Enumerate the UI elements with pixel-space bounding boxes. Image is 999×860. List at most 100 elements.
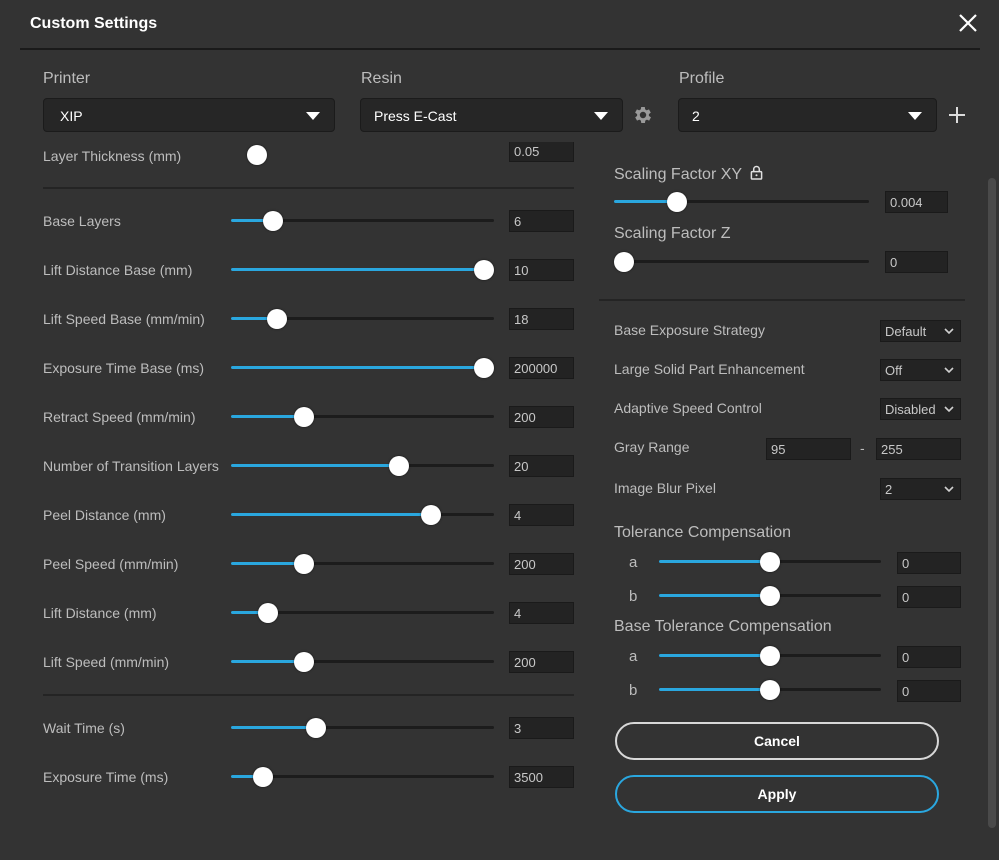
printer-select[interactable]: XIP <box>43 98 335 132</box>
slider-thumb[interactable] <box>257 603 278 623</box>
setting-row: Peel Speed (mm/min) 200 <box>20 549 600 579</box>
setting-label: Peel Speed (mm/min) <box>43 556 179 572</box>
slider-thumb[interactable] <box>474 260 494 280</box>
tolerance-b-slider[interactable] <box>659 581 881 611</box>
cancel-button[interactable]: Cancel <box>615 722 939 760</box>
slider-thumb[interactable] <box>666 192 687 212</box>
setting-label: Exposure Time Base (ms) <box>43 360 205 376</box>
chevron-down-icon <box>306 112 320 120</box>
slider-thumb[interactable] <box>474 358 494 378</box>
base-tolerance-b-input[interactable]: 0 <box>897 680 961 702</box>
resin-label: Resin <box>361 70 402 87</box>
setting-row: Base Layers 6 <box>20 206 600 236</box>
setting-input[interactable]: 4 <box>509 602 574 624</box>
slider-thumb[interactable] <box>294 407 315 427</box>
setting-input[interactable]: 20 <box>509 455 574 477</box>
setting-input[interactable]: 3500 <box>509 766 574 788</box>
setting-label: Peel Distance (mm) <box>43 507 166 523</box>
setting-slider[interactable] <box>231 500 494 530</box>
layer-thickness-label: Layer Thickness (mm) <box>43 148 182 164</box>
scaling-z-slider[interactable] <box>614 247 869 277</box>
title-divider <box>20 48 980 50</box>
setting-slider[interactable] <box>231 762 494 792</box>
gear-icon[interactable] <box>632 104 654 126</box>
slider-thumb[interactable] <box>760 646 780 666</box>
setting-label: Exposure Time (ms) <box>43 769 169 785</box>
slider-track[interactable] <box>614 260 869 263</box>
large-solid-select[interactable]: Off <box>880 359 961 381</box>
tolerance-b-input[interactable]: 0 <box>897 586 961 608</box>
setting-input[interactable]: 200 <box>509 406 574 428</box>
setting-input[interactable]: 3 <box>509 717 574 739</box>
slider-thumb[interactable] <box>760 586 780 606</box>
setting-slider[interactable] <box>231 647 494 677</box>
slider-fill <box>231 726 317 729</box>
tolerance-a-input[interactable]: 0 <box>897 552 961 574</box>
slider-thumb[interactable] <box>294 652 315 672</box>
slider-thumb[interactable] <box>420 505 441 525</box>
layer-thickness-input[interactable]: 0.05 <box>509 142 574 162</box>
slider-thumb[interactable] <box>614 252 634 272</box>
scaling-xy-label: Scaling Factor XY <box>614 165 763 184</box>
lock-icon[interactable] <box>750 165 763 180</box>
setting-row: Exposure Time (ms) 3500 <box>20 762 600 792</box>
setting-slider[interactable] <box>231 451 494 481</box>
section-divider <box>43 694 574 696</box>
scrollbar[interactable] <box>988 178 996 828</box>
setting-slider[interactable] <box>231 206 494 236</box>
chevron-down-icon <box>908 112 922 120</box>
profile-select[interactable]: 2 <box>678 98 937 132</box>
setting-slider[interactable] <box>231 402 494 432</box>
base-tolerance-a-label: a <box>629 648 638 665</box>
slider-thumb[interactable] <box>262 211 283 231</box>
setting-label: Lift Speed (mm/min) <box>43 654 170 670</box>
apply-button[interactable]: Apply <box>615 775 939 813</box>
gray-range-max-input[interactable]: 255 <box>876 438 961 460</box>
plus-icon[interactable] <box>946 104 968 126</box>
scaling-z-input[interactable]: 0 <box>885 251 948 273</box>
setting-input[interactable]: 200 <box>509 553 574 575</box>
scaling-xy-slider[interactable] <box>614 187 869 217</box>
setting-slider[interactable] <box>231 353 494 383</box>
slider-thumb[interactable] <box>760 680 780 700</box>
slider-fill <box>231 464 399 467</box>
setting-input[interactable]: 6 <box>509 210 574 232</box>
base-tolerance-a-slider[interactable] <box>659 641 881 671</box>
close-icon[interactable] <box>956 11 980 35</box>
base-tolerance-a-input[interactable]: 0 <box>897 646 961 668</box>
setting-input[interactable]: 18 <box>509 308 574 330</box>
slider-thumb[interactable] <box>252 767 273 787</box>
adaptive-speed-select[interactable]: Disabled <box>880 398 961 420</box>
printer-label: Printer <box>43 70 91 87</box>
blur-pixel-select[interactable]: 2 <box>880 478 961 500</box>
setting-slider[interactable] <box>231 255 494 285</box>
setting-input[interactable]: 4 <box>509 504 574 526</box>
slider-thumb[interactable] <box>306 718 327 738</box>
setting-input[interactable]: 200000 <box>509 357 574 379</box>
setting-slider[interactable] <box>231 304 494 334</box>
setting-slider[interactable] <box>231 598 494 628</box>
setting-slider[interactable] <box>231 549 494 579</box>
slider-thumb[interactable] <box>760 552 780 572</box>
left-settings-panel[interactable]: Layer Thickness (mm) 0.05 Base Layers 6 Li… <box>20 142 600 832</box>
slider-thumb[interactable] <box>267 309 288 329</box>
slider-fill <box>659 560 770 563</box>
slider-thumb[interactable] <box>294 554 315 574</box>
resin-value: Press E-Cast <box>374 108 457 124</box>
chevron-down-icon <box>944 367 954 374</box>
layer-thickness-slider[interactable] <box>231 142 494 170</box>
slider-thumb[interactable] <box>388 456 409 476</box>
setting-slider[interactable] <box>231 713 494 743</box>
base-tolerance-b-slider[interactable] <box>659 675 881 705</box>
base-exposure-select[interactable]: Default <box>880 320 961 342</box>
tolerance-a-slider[interactable] <box>659 547 881 577</box>
tolerance-b-label: b <box>629 588 638 605</box>
setting-label: Wait Time (s) <box>43 720 125 736</box>
setting-input[interactable]: 10 <box>509 259 574 281</box>
profile-value: 2 <box>692 108 700 124</box>
gray-range-min-input[interactable]: 95 <box>766 438 851 460</box>
setting-input[interactable]: 200 <box>509 651 574 673</box>
scaling-xy-input[interactable]: 0.004 <box>885 191 948 213</box>
slider-thumb[interactable] <box>247 145 267 165</box>
resin-select[interactable]: Press E-Cast <box>360 98 623 132</box>
